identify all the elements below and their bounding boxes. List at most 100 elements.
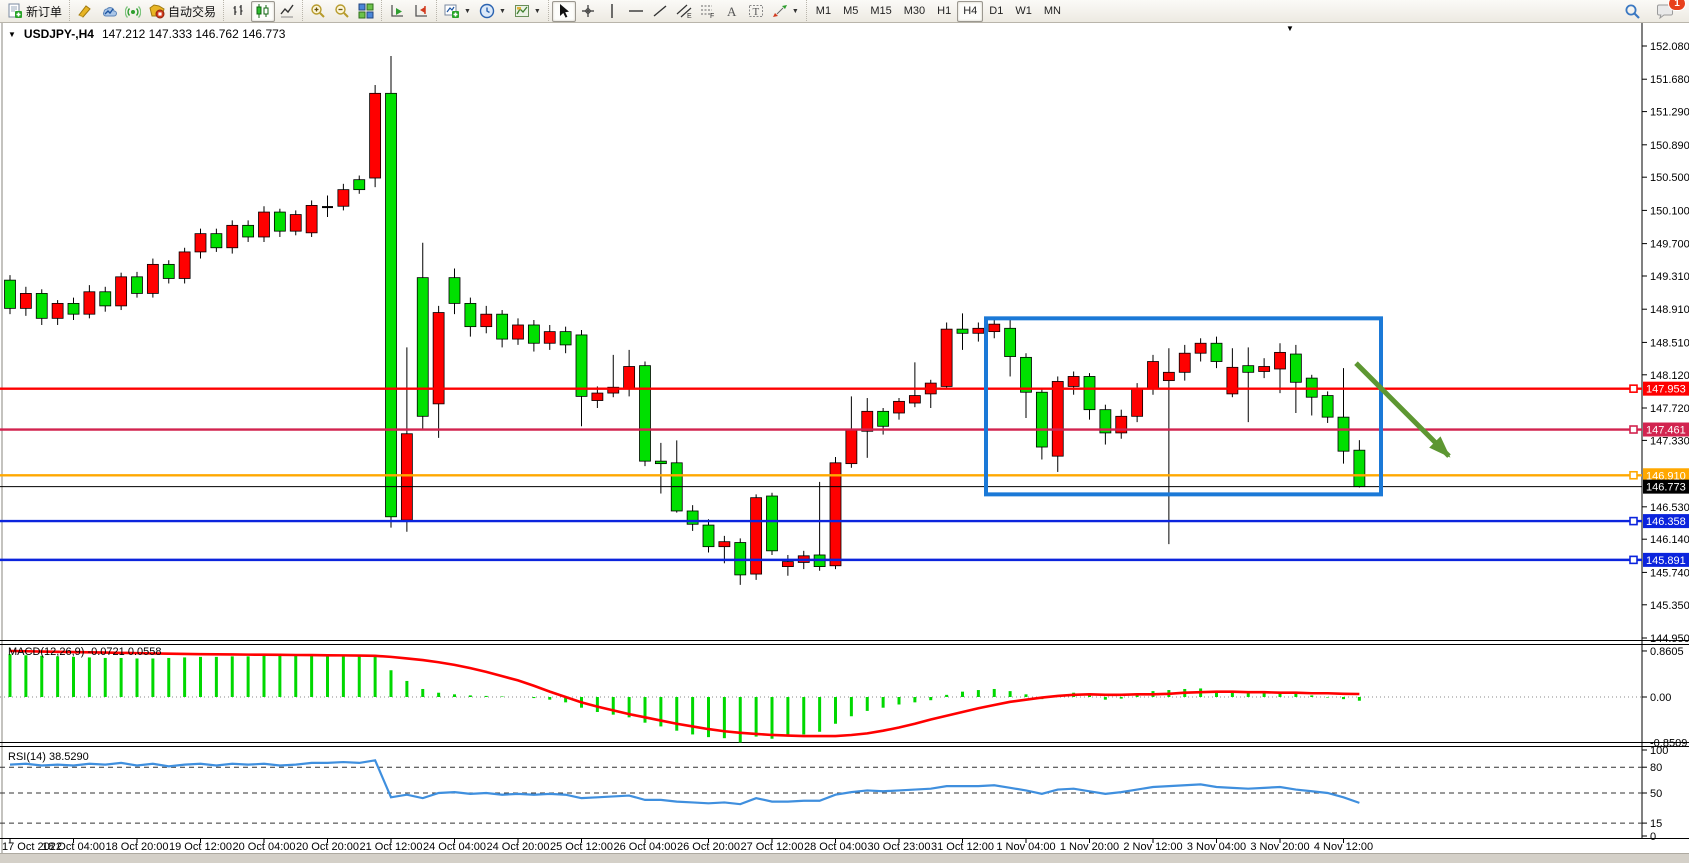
price-tick-label: 150.100 (1650, 205, 1689, 217)
candle-body (1195, 343, 1206, 353)
candle-body (1322, 396, 1333, 418)
chart-symbol-period: USDJPY-,H4 (24, 27, 94, 41)
time-tick-label: 18 Oct 20:00 (106, 841, 169, 853)
chart-title-overlay: ▼ USDJPY-,H4 147.212 147.333 146.762 146… (8, 27, 285, 41)
price-tick-label: 146.140 (1650, 534, 1689, 546)
time-tick-label: 3 Nov 20:00 (1250, 841, 1309, 853)
candle-body (433, 313, 444, 404)
time-tick-label: 20 Oct 20:00 (296, 841, 359, 853)
candle-body (544, 332, 555, 344)
candle-body (1290, 354, 1301, 382)
time-tick-label: 3 Nov 04:00 (1187, 841, 1246, 853)
price-tick-label: 148.510 (1650, 337, 1689, 349)
price-tick-label: 147.720 (1650, 403, 1689, 415)
candle-body (703, 525, 714, 547)
candle-body (957, 329, 968, 333)
candle-body (465, 303, 476, 326)
price-tick-label: 144.950 (1650, 633, 1689, 645)
price-level-badge-text: 147.461 (1646, 425, 1686, 437)
price-tick-label: 145.740 (1650, 567, 1689, 579)
time-tick-label: 1 Nov 04:00 (996, 841, 1055, 853)
price-level-badge-text: 147.953 (1646, 384, 1686, 396)
rsi-label: RSI(14) 38.5290 (8, 751, 89, 763)
candle-body (1163, 372, 1174, 380)
level-line-anchor[interactable] (1630, 472, 1637, 479)
price-tick-label: 152.080 (1650, 41, 1689, 53)
rsi-tick-label: 50 (1650, 788, 1662, 800)
rsi-tick-label: 15 (1650, 818, 1662, 830)
candle-body (1227, 367, 1238, 394)
time-tick-label: 19 Oct 12:00 (169, 841, 232, 853)
candle-body (830, 463, 841, 566)
candle-body (846, 430, 857, 464)
candle-body (386, 93, 397, 516)
macd-label: MACD(12,26,9) -0.0721 0.0558 (8, 646, 161, 658)
candle-body (100, 292, 111, 306)
time-tick-label: 25 Oct 12:00 (550, 841, 613, 853)
price-level-badge-text: 146.773 (1646, 482, 1686, 494)
candle-body (782, 562, 793, 567)
candle-body (640, 366, 651, 461)
candle-body (36, 293, 47, 318)
candle-body (719, 542, 730, 547)
candle-body (1275, 352, 1286, 369)
window-collapse-icon[interactable]: ▼ (1286, 24, 1294, 33)
candle-body (1052, 381, 1063, 456)
candle-body (767, 496, 778, 551)
candle-body (973, 328, 984, 333)
candle-body (290, 215, 301, 232)
price-tick-label: 151.680 (1650, 74, 1689, 86)
mt4-terminal: 新订单自动交易▼▼▼EFAT▼ M1M5M15M30H1H4D1W1MN 1 1… (0, 0, 1689, 863)
price-tick-label: 150.500 (1650, 172, 1689, 184)
price-tick-label: 148.910 (1650, 304, 1689, 316)
time-tick-label: 26 Oct 04:00 (614, 841, 677, 853)
candle-body (576, 335, 587, 396)
rsi-tick-label: 80 (1650, 762, 1662, 774)
candle-body (179, 252, 190, 279)
price-tick-label: 149.310 (1650, 271, 1689, 283)
candle-body (20, 293, 31, 308)
price-chart[interactable]: 152.080151.680151.290150.890150.500150.1… (0, 0, 1689, 863)
price-tick-label: 147.330 (1650, 435, 1689, 447)
candle-body (624, 366, 635, 388)
candle-body (259, 212, 270, 237)
chart-background (0, 23, 1689, 853)
price-level-badge-text: 146.358 (1646, 516, 1686, 528)
candle-body (274, 212, 285, 231)
time-tick-label: 21 Oct 12:00 (360, 841, 423, 853)
candle-body (528, 325, 539, 343)
time-tick-label: 1 Nov 20:00 (1060, 841, 1119, 853)
candle-body (878, 411, 889, 426)
candle-body (941, 329, 952, 386)
candle-body (243, 225, 254, 237)
chart-ohlc-values: 147.212 147.333 146.762 146.773 (102, 27, 286, 41)
time-tick-label: 24 Oct 04:00 (423, 841, 486, 853)
time-tick-label: 2 Nov 12:00 (1123, 841, 1182, 853)
candle-body (52, 303, 63, 318)
candle-body (1132, 389, 1143, 416)
candle-body (894, 401, 905, 413)
candle-body (1084, 376, 1095, 409)
level-line-anchor[interactable] (1630, 426, 1637, 433)
price-tick-label: 150.890 (1650, 140, 1689, 152)
price-level-badge-text: 145.891 (1646, 555, 1686, 567)
candle-body (1259, 366, 1270, 371)
time-tick-label: 26 Oct 20:00 (677, 841, 740, 853)
chevron-down-icon[interactable]: ▼ (8, 30, 16, 39)
candle-body (1243, 366, 1254, 373)
candle-body (1021, 357, 1032, 392)
price-tick-label: 149.700 (1650, 239, 1689, 251)
candle-body (751, 498, 762, 574)
candle-body (497, 314, 508, 339)
time-tick-label: 18 Oct 04:00 (42, 841, 105, 853)
candle-body (116, 277, 127, 306)
level-line-anchor[interactable] (1630, 385, 1637, 392)
candle-body (1005, 328, 1016, 356)
rsi-tick-label: 0 (1650, 831, 1656, 843)
candle-body (592, 393, 603, 400)
candle-body (1179, 353, 1190, 372)
price-tick-label: 148.120 (1650, 370, 1689, 382)
level-line-anchor[interactable] (1630, 556, 1637, 563)
level-line-anchor[interactable] (1630, 518, 1637, 525)
candle-body (909, 396, 920, 403)
